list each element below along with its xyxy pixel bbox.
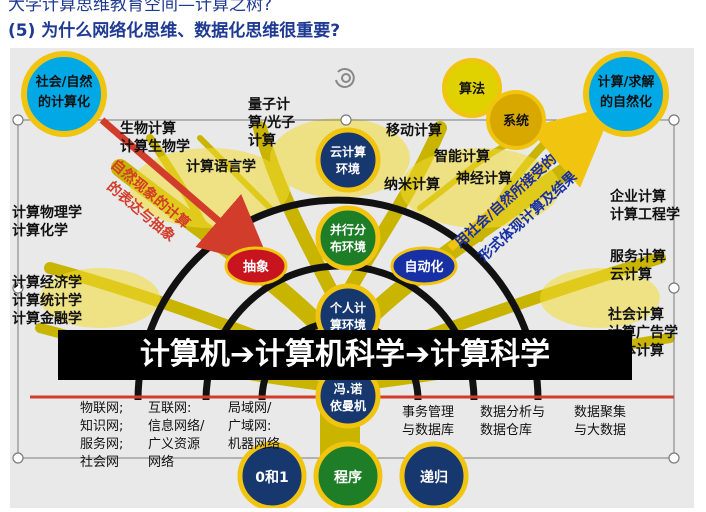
intelligent-label: 智能计算 (434, 149, 490, 165)
system-node[interactable]: 系统 (503, 113, 529, 129)
slide-title: 大学计算思维教育空间—计算之树? (8, 0, 273, 15)
data-column-3: 数据聚集 与大数据 (574, 405, 627, 438)
abstraction-node[interactable]: 抽象 (243, 259, 269, 275)
algorithm-node[interactable]: 算法 (459, 81, 485, 97)
linguistics-label: 计算语言学 (186, 159, 256, 175)
data-column-1: 事务管理 与数据库 (402, 405, 455, 438)
zero-one-node[interactable]: 0和1 (255, 470, 288, 486)
bio-label: 生物计算 计算生物学 (120, 121, 190, 155)
economics-label: 计算经济学 计算统计学 计算金融学 (12, 275, 82, 327)
social-computation-node[interactable]: 社会/自然 (35, 74, 93, 90)
automation-node[interactable]: 自动化 (404, 259, 443, 275)
rotate-handle (335, 67, 355, 88)
svg-text:布环境: 布环境 (330, 239, 366, 254)
computation-tree-diagram: 社会/自然 的计算化 计算/求解 的自然化 算法 系统 云计算 环境 并行分 布… (10, 48, 694, 508)
cloud-node[interactable]: 云计算 (330, 144, 366, 159)
nano-label: 纳米计算 (384, 177, 440, 193)
data-column-2: 数据分析与 数据仓库 (480, 405, 546, 438)
personal-node[interactable]: 个人计 (329, 300, 366, 315)
svg-text:的自然化: 的自然化 (600, 94, 652, 110)
evolution-banner: 计算机➔计算机科学➔计算科学 (58, 330, 632, 380)
svg-text:依曼机: 依曼机 (330, 398, 366, 413)
slide-subtitle: (5) 为什么网络化思维、数据化思维很重要? (8, 21, 341, 41)
program-node[interactable]: 程序 (334, 469, 362, 486)
recursion-node[interactable]: 递归 (420, 469, 448, 486)
parallel-node[interactable]: 并行分 (330, 222, 366, 237)
neural-label: 神经计算 (456, 171, 512, 187)
enterprise-label: 企业计算 计算工程学 (610, 189, 680, 223)
mobile-label: 移动计算 (386, 123, 442, 139)
quantum-label: 量子计 算/光子 计算 (248, 97, 296, 149)
service-label: 服务计算 云计算 (610, 249, 666, 283)
svg-text:的计算化: 的计算化 (38, 94, 90, 110)
network-column-2: 互联网: 信息网络/广义资源 网络 (148, 401, 205, 470)
computation-nature-node[interactable]: 计算/求解 (598, 74, 655, 90)
svg-text:环境: 环境 (336, 161, 360, 176)
von-neumann-node[interactable]: 冯.诺 (334, 381, 363, 396)
network-column-3: 局域网/广域网: 机器网络 (228, 401, 281, 452)
physics-label: 计算物理学 计算化学 (12, 205, 82, 239)
network-column-1: 物联网; 知识网; 服务网; 社会网 (80, 401, 124, 470)
